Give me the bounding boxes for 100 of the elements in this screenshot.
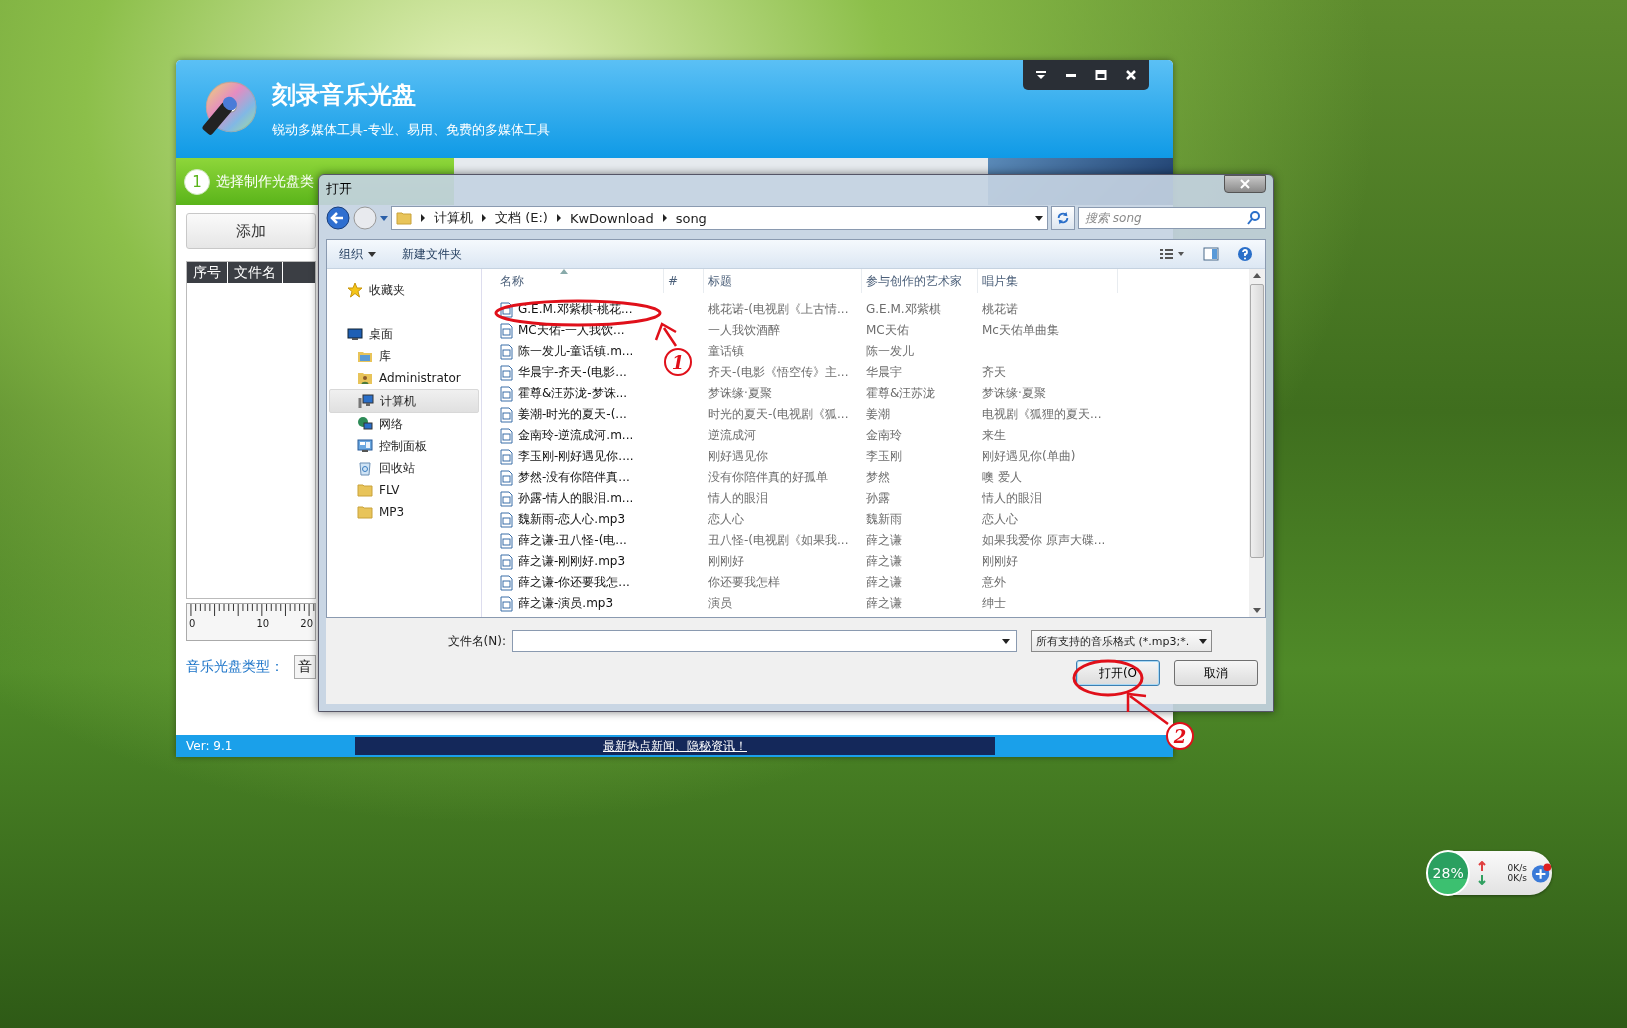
file-type-select[interactable]: 所有支持的音乐格式 (*.mp3;*.	[1031, 630, 1212, 652]
breadcrumb-item[interactable]: 文档 (E:)	[495, 209, 548, 227]
table-cell-text: 电视剧《狐狸的夏天...	[981, 406, 1103, 423]
toolbar-button[interactable]: 新建文件夹	[402, 245, 462, 263]
app-title: 刻录音乐光盘	[272, 80, 417, 111]
plus-icon[interactable]	[1530, 862, 1552, 884]
breadcrumb-item[interactable]: song	[675, 210, 707, 226]
table-cell-text: 演员	[707, 595, 733, 612]
nav-item[interactable]: 收藏夹	[329, 279, 479, 301]
caret-icon[interactable]	[1035, 214, 1043, 222]
table-cell-text: 刚刚好	[707, 553, 745, 570]
folder-icon	[357, 482, 373, 498]
audio-file-icon	[498, 427, 514, 444]
breadcrumb-item[interactable]: 计算机	[434, 209, 473, 227]
annotation-arrow	[654, 322, 678, 348]
nav-item[interactable]: 计算机	[329, 389, 479, 413]
table-cell-text: 陈一发儿	[865, 343, 915, 360]
file-row[interactable]: 金南玲-逆流成河.m... 逆流成河 金南玲 来生	[496, 425, 1247, 446]
file-row[interactable]: 魏新雨-恋人心.mp3 恋人心 魏新雨 恋人心	[496, 509, 1247, 530]
table-cell-text: 情人的眼泪	[707, 490, 769, 507]
table-cell-text: 梦诛缘·夏聚	[981, 385, 1047, 402]
star-icon	[347, 282, 363, 298]
menu-button[interactable]: 组织	[339, 245, 376, 263]
ruler-label: 0	[189, 618, 196, 629]
table-cell-text: 桃花诺	[981, 301, 1019, 318]
audio-file-icon	[498, 511, 514, 528]
close-icon[interactable]	[1224, 175, 1266, 193]
disc-type-label: 音乐光盘类型：	[186, 658, 284, 676]
table-cell-text: 丑八怪-(电视剧《如果我...	[707, 532, 850, 549]
scrollbar[interactable]	[1249, 269, 1265, 617]
file-row[interactable]: 薛之谦-演员.mp3 演员 薛之谦 绅士	[496, 593, 1247, 614]
audio-file-icon	[498, 322, 514, 339]
table-cell-text: 逆流成河	[707, 427, 757, 444]
caret-icon	[1199, 637, 1207, 645]
breadcrumb-item[interactable]: KwDownload	[569, 210, 654, 226]
column-header[interactable]: 标题	[704, 269, 862, 293]
file-name-field[interactable]	[512, 630, 1017, 652]
help-icon[interactable]	[1237, 246, 1253, 262]
add-button[interactable]: 添加	[186, 213, 316, 249]
annotation-ellipse	[1072, 659, 1144, 697]
file-name: 金南玲-逆流成河.m...	[518, 427, 634, 444]
file-row[interactable]: 梦然-没有你陪伴真... 没有你陪伴真的好孤单 梦然 噢 爱人	[496, 467, 1247, 488]
cancel-button[interactable]: 取消	[1174, 660, 1258, 686]
file-row[interactable]: 薛之谦-刚刚好.mp3 刚刚好 薛之谦 刚刚好	[496, 551, 1247, 572]
audio-file-icon	[498, 343, 514, 360]
table-cell-text: 没有你陪伴真的好孤单	[707, 469, 829, 486]
nav-item[interactable]: 回收站	[329, 457, 479, 479]
audio-file-icon	[498, 406, 514, 423]
scroll-up-icon[interactable]	[1253, 273, 1261, 278]
file-name: 姜潮-时光的夏天-(...	[518, 406, 627, 423]
file-row[interactable]: 李玉刚-刚好遇见你.... 刚好遇见你 李玉刚 刚好遇见你(单曲)	[496, 446, 1247, 467]
refresh-icon[interactable]	[1051, 206, 1075, 230]
nav-item[interactable]: 网络	[329, 413, 479, 435]
file-row[interactable]: 薛之谦-丑八怪-(电... 丑八怪-(电视剧《如果我... 薛之谦 如果我爱你 原声大碟...	[496, 530, 1247, 551]
address-field[interactable]: 计算机 文档 (E:) KwDownload song	[391, 206, 1048, 230]
file-name: G.E.M.邓紫棋-桃花...	[518, 301, 633, 318]
caret-icon	[368, 250, 376, 258]
chevron-icon[interactable]	[555, 214, 562, 222]
nav-item[interactable]: FLV	[329, 479, 479, 501]
table-cell-text: 霍尊&汪苏泷	[865, 385, 937, 402]
table-cell-text: Mc天佑单曲集	[981, 322, 1060, 339]
disc-type-select[interactable]: 音	[294, 655, 316, 679]
table-cell-text: 李玉刚	[865, 448, 903, 465]
search-field[interactable]: 搜索 song	[1078, 207, 1266, 229]
table-cell-text: 孙露	[865, 490, 891, 507]
file-name: 薛之谦-演员.mp3	[518, 595, 614, 612]
nav-item[interactable]: 库	[329, 345, 479, 367]
view-list-icon[interactable]	[1159, 246, 1185, 262]
nav-item[interactable]: MP3	[329, 501, 479, 523]
news-link[interactable]: 最新热点新闻、隐秘资讯！	[603, 737, 747, 755]
user-folder-icon	[357, 370, 373, 386]
column-header[interactable]: 参与创作的艺术家	[862, 269, 978, 293]
chevron-icon[interactable]	[661, 214, 668, 222]
file-row[interactable]: G.E.M.邓紫棋-桃花... 桃花诺-(电视剧《上古情... G.E.M.邓紫棋 桃花诺	[496, 299, 1247, 320]
table-cell-text: 恋人心	[707, 511, 745, 528]
file-name: 梦然-没有你陪伴真...	[518, 469, 630, 486]
nav-item[interactable]: 桌面	[329, 323, 479, 345]
column-header[interactable]: 序号	[187, 262, 228, 283]
scrollbar-thumb[interactable]	[1250, 284, 1264, 558]
file-row[interactable]: 孙露-情人的眼泪.m... 情人的眼泪 孙露 情人的眼泪	[496, 488, 1247, 509]
nav-item[interactable]: Administrator	[329, 367, 479, 389]
column-header[interactable]: 文件名	[228, 262, 283, 283]
chevron-icon[interactable]	[481, 214, 487, 222]
table-cell-text: 齐天	[981, 364, 1007, 381]
scroll-down-icon[interactable]	[1253, 608, 1261, 613]
nav-item[interactable]: 控制面板	[329, 435, 479, 457]
preview-pane-icon[interactable]	[1203, 246, 1219, 262]
file-row[interactable]: 薛之谦-你还要我怎... 你还要我怎样 薛之谦 意外	[496, 572, 1247, 593]
file-row[interactable]: 霍尊&汪苏泷-梦诛... 梦诛缘·夏聚 霍尊&汪苏泷 梦诛缘·夏聚	[496, 383, 1247, 404]
table-cell-text: 刚刚好	[981, 553, 1019, 570]
column-header[interactable]: 唱片集	[978, 269, 1118, 293]
audio-file-icon	[498, 448, 514, 465]
column-header[interactable]: 名称	[496, 269, 664, 293]
caret-icon[interactable]	[1002, 637, 1010, 645]
column-header[interactable]: #	[664, 269, 704, 293]
search-icon	[1246, 210, 1262, 226]
file-row[interactable]: 姜潮-时光的夏天-(... 时光的夏天-(电视剧《狐... 姜潮 电视剧《狐狸的夏天...	[496, 404, 1247, 425]
audio-file-icon	[498, 553, 514, 570]
audio-file-icon	[498, 532, 514, 549]
chevron-icon[interactable]	[420, 214, 426, 222]
